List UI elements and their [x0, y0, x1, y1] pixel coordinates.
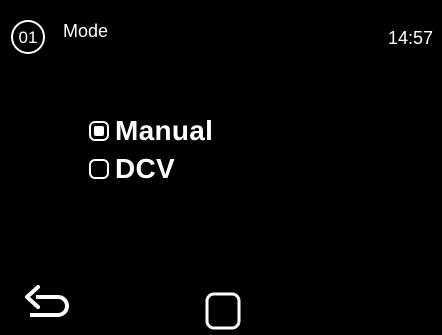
- mode-option-label: Manual: [115, 115, 214, 146]
- mode-option-label: DCV: [115, 153, 176, 184]
- clock: 14:57: [387, 28, 433, 48]
- page-title: Mode: [63, 21, 109, 41]
- radio-icon[interactable]: [89, 159, 109, 179]
- mode-option-manual[interactable]: Manual: [89, 114, 213, 148]
- home-square-icon: [205, 292, 241, 330]
- screen-number: 01: [18, 27, 38, 47]
- mode-option-dcv[interactable]: DCV: [89, 152, 175, 186]
- home-button[interactable]: [205, 292, 243, 330]
- back-button[interactable]: [24, 283, 76, 323]
- screen-number-badge: 01: [11, 20, 45, 54]
- radio-icon[interactable]: [89, 121, 109, 141]
- back-arrow-icon: [25, 285, 69, 317]
